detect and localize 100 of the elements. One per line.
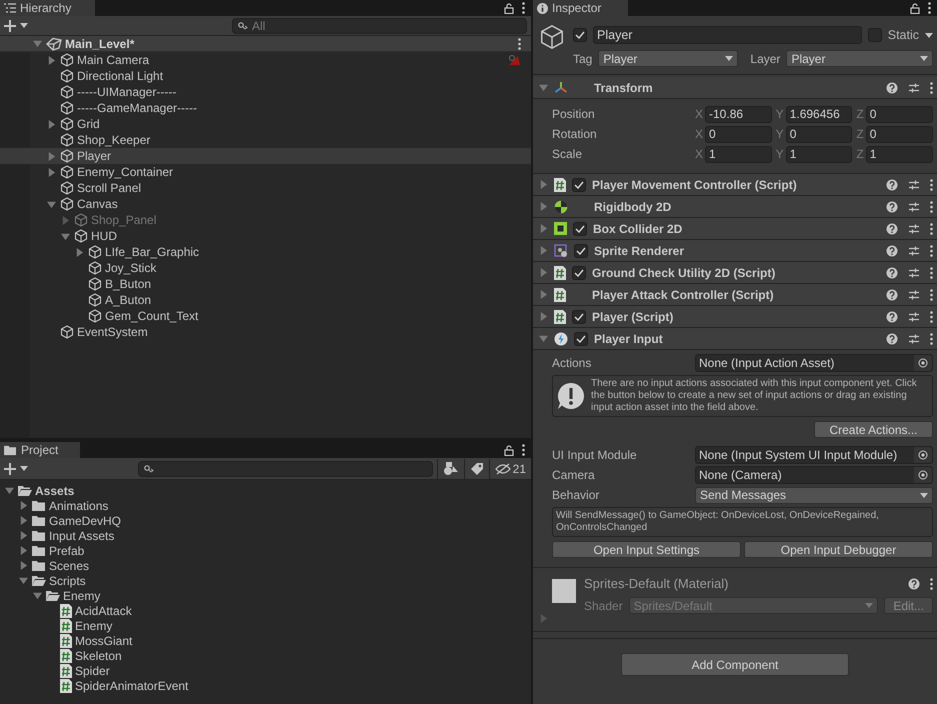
expand-arrow-icon[interactable] bbox=[539, 312, 548, 321]
checkbox[interactable] bbox=[573, 28, 587, 42]
script-item[interactable]: Skeleton bbox=[0, 648, 531, 663]
create-actions-button[interactable]: Create Actions... bbox=[814, 421, 933, 438]
expand-arrow-icon[interactable] bbox=[539, 202, 548, 211]
presets-icon[interactable] bbox=[908, 266, 920, 278]
help-icon[interactable] bbox=[886, 288, 898, 300]
script-item[interactable]: AcidAttack bbox=[0, 603, 531, 618]
expand-arrow-icon[interactable] bbox=[539, 246, 548, 255]
more-icon[interactable] bbox=[522, 2, 525, 14]
object-field[interactable]: None (Input System UI Input Module) bbox=[695, 446, 933, 464]
component-header[interactable]: Player Movement Controller (Script) bbox=[533, 174, 937, 196]
checkbox[interactable] bbox=[868, 28, 882, 42]
hierarchy-item[interactable]: Canvas bbox=[0, 196, 531, 212]
component-header[interactable]: Transform bbox=[533, 77, 937, 99]
hierarchy-item[interactable]: Player bbox=[0, 148, 531, 164]
help-icon[interactable] bbox=[886, 222, 898, 234]
folder-item[interactable]: Input Assets bbox=[0, 528, 531, 543]
checkbox[interactable] bbox=[574, 332, 588, 346]
help-icon[interactable] bbox=[908, 578, 920, 590]
lock-icon[interactable] bbox=[504, 2, 514, 14]
component-header[interactable]: Player (Script) bbox=[533, 306, 937, 328]
collapse-arrow-icon[interactable] bbox=[47, 200, 56, 208]
object-picker-button[interactable] bbox=[914, 467, 932, 483]
collapse-arrow-icon[interactable] bbox=[33, 39, 42, 48]
inspector-tab[interactable]: Inspector bbox=[533, 0, 628, 16]
more-icon[interactable] bbox=[930, 288, 933, 300]
collapse-arrow-icon[interactable] bbox=[5, 486, 14, 495]
help-icon[interactable] bbox=[886, 82, 898, 94]
tag-dropdown[interactable]: Player bbox=[598, 50, 738, 67]
number-field[interactable]: 1.696456 bbox=[786, 106, 852, 122]
hierarchy-tab[interactable]: Hierarchy bbox=[0, 0, 95, 16]
hierarchy-item[interactable]: Scroll Panel bbox=[0, 180, 531, 196]
object-picker-button[interactable] bbox=[914, 355, 932, 371]
checkbox[interactable] bbox=[572, 178, 586, 192]
object-field[interactable]: None (Camera) bbox=[695, 466, 933, 484]
expand-arrow-icon[interactable] bbox=[47, 120, 56, 128]
hierarchy-item[interactable]: Main Camera bbox=[0, 52, 531, 68]
component-header[interactable]: Player Input bbox=[533, 328, 937, 350]
hierarchy-item[interactable]: -----GameManager----- bbox=[0, 100, 531, 116]
presets-icon[interactable] bbox=[908, 310, 920, 322]
dropdown[interactable]: Send Messages bbox=[695, 486, 933, 504]
component-header[interactable]: Ground Check Utility 2D (Script) bbox=[533, 262, 937, 284]
component-header[interactable]: Rigidbody 2D bbox=[533, 196, 937, 218]
expand-arrow-icon[interactable] bbox=[539, 224, 548, 233]
component-header[interactable]: Player Attack Controller (Script) bbox=[533, 284, 937, 306]
help-icon[interactable] bbox=[886, 332, 898, 344]
number-field[interactable]: 0 bbox=[705, 126, 772, 142]
folder-item[interactable]: Enemy bbox=[0, 588, 531, 603]
number-field[interactable]: -10.86 bbox=[705, 106, 772, 122]
component-header[interactable]: Box Collider 2D bbox=[533, 218, 937, 240]
script-item[interactable]: Spider bbox=[0, 663, 531, 678]
number-field[interactable]: 0 bbox=[866, 126, 934, 142]
more-icon[interactable] bbox=[928, 2, 931, 14]
more-icon[interactable] bbox=[930, 310, 933, 322]
checkbox[interactable] bbox=[572, 310, 586, 324]
presets-icon[interactable] bbox=[908, 244, 920, 256]
collapse-arrow-icon[interactable] bbox=[539, 334, 548, 343]
more-icon[interactable] bbox=[930, 266, 933, 278]
layer-dropdown[interactable]: Player bbox=[786, 50, 933, 67]
add-component-button[interactable]: Add Component bbox=[621, 653, 849, 676]
object-picker-button[interactable] bbox=[914, 447, 932, 463]
folder-item[interactable]: Scripts bbox=[0, 573, 531, 588]
help-icon[interactable] bbox=[886, 310, 898, 322]
folder-item[interactable]: Animations bbox=[0, 498, 531, 513]
input-button[interactable]: Open Input Debugger bbox=[744, 541, 933, 558]
more-icon[interactable] bbox=[930, 578, 933, 590]
lock-icon[interactable] bbox=[504, 444, 514, 456]
help-icon[interactable] bbox=[886, 200, 898, 212]
component-header[interactable]: Sprite Renderer bbox=[533, 240, 937, 262]
more-icon[interactable] bbox=[930, 178, 933, 190]
hierarchy-item[interactable]: Enemy_Container bbox=[0, 164, 531, 180]
more-icon[interactable] bbox=[518, 38, 521, 50]
number-field[interactable]: 1 bbox=[866, 146, 934, 162]
collapse-arrow-icon[interactable] bbox=[61, 232, 70, 240]
presets-icon[interactable] bbox=[908, 288, 920, 300]
number-field[interactable]: 1 bbox=[705, 146, 772, 162]
presets-icon[interactable] bbox=[908, 332, 920, 344]
hierarchy-item[interactable]: A_Buton bbox=[0, 292, 531, 308]
hierarchy-item[interactable]: LIfe_Bar_Graphic bbox=[0, 244, 531, 260]
object-name-field[interactable]: Player bbox=[593, 26, 862, 44]
expand-arrow-icon[interactable] bbox=[539, 268, 548, 277]
lock-icon[interactable] bbox=[910, 2, 920, 14]
input-button[interactable]: Open Input Settings bbox=[552, 541, 741, 558]
number-field[interactable]: 0 bbox=[866, 106, 934, 122]
scene-row[interactable]: Main_Level* bbox=[0, 36, 531, 52]
folder-item[interactable]: Scenes bbox=[0, 558, 531, 573]
presets-icon[interactable] bbox=[908, 222, 920, 234]
more-icon[interactable] bbox=[930, 222, 933, 234]
add-icon[interactable] bbox=[4, 20, 16, 32]
collapse-arrow-icon[interactable] bbox=[539, 83, 548, 92]
script-item[interactable]: Enemy bbox=[0, 618, 531, 633]
hierarchy-item[interactable]: Gem_Count_Text bbox=[0, 308, 531, 324]
expand-arrow-icon[interactable] bbox=[539, 180, 548, 189]
folder-item[interactable]: Assets bbox=[0, 483, 531, 498]
more-icon[interactable] bbox=[930, 244, 933, 256]
hierarchy-item[interactable]: Grid bbox=[0, 116, 531, 132]
project-tab[interactable]: Project bbox=[0, 442, 80, 458]
expand-arrow-icon[interactable] bbox=[539, 290, 548, 299]
script-item[interactable]: SpiderAnimatorEvent bbox=[0, 678, 531, 693]
